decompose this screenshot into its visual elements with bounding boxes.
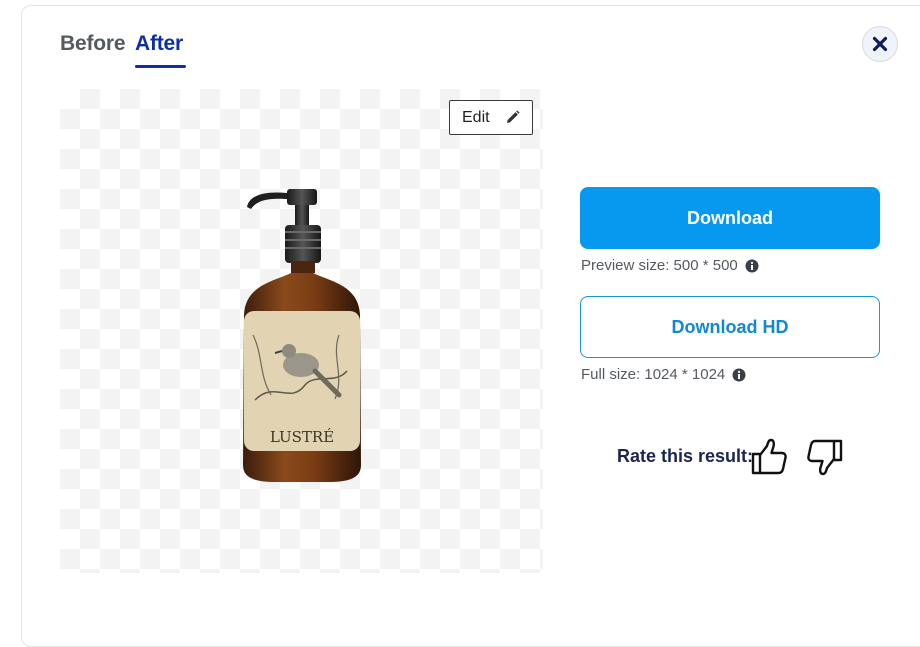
info-icon[interactable]: [732, 368, 746, 382]
edit-button[interactable]: Edit: [449, 100, 533, 135]
tab-before[interactable]: Before: [60, 32, 126, 56]
pencil-icon: [507, 110, 520, 123]
close-button[interactable]: [862, 26, 898, 62]
close-icon: [872, 36, 888, 52]
active-tab-indicator: [135, 65, 186, 68]
full-size-info: Full size: 1024 * 1024: [581, 366, 746, 383]
preview-size-info: Preview size: 500 * 500: [581, 257, 759, 274]
full-size-value: 1024 * 1024: [644, 366, 726, 383]
thumbs-down-icon[interactable]: [806, 438, 844, 476]
preview-size-value: 500 * 500: [673, 257, 738, 274]
product-image: LUSTRÉ: [243, 189, 361, 482]
info-icon[interactable]: [745, 259, 759, 273]
edit-button-label: Edit: [462, 108, 490, 126]
product-label-text: LUSTRÉ: [270, 428, 334, 446]
preview-size-prefix: Preview size:: [581, 257, 670, 274]
download-button[interactable]: Download: [580, 187, 880, 249]
download-hd-button[interactable]: Download HD: [580, 296, 880, 358]
tab-after[interactable]: After: [135, 32, 183, 56]
full-size-prefix: Full size:: [581, 366, 641, 383]
thumbs-up-icon[interactable]: [750, 438, 788, 476]
rating-label: Rate this result:: [617, 446, 754, 466]
